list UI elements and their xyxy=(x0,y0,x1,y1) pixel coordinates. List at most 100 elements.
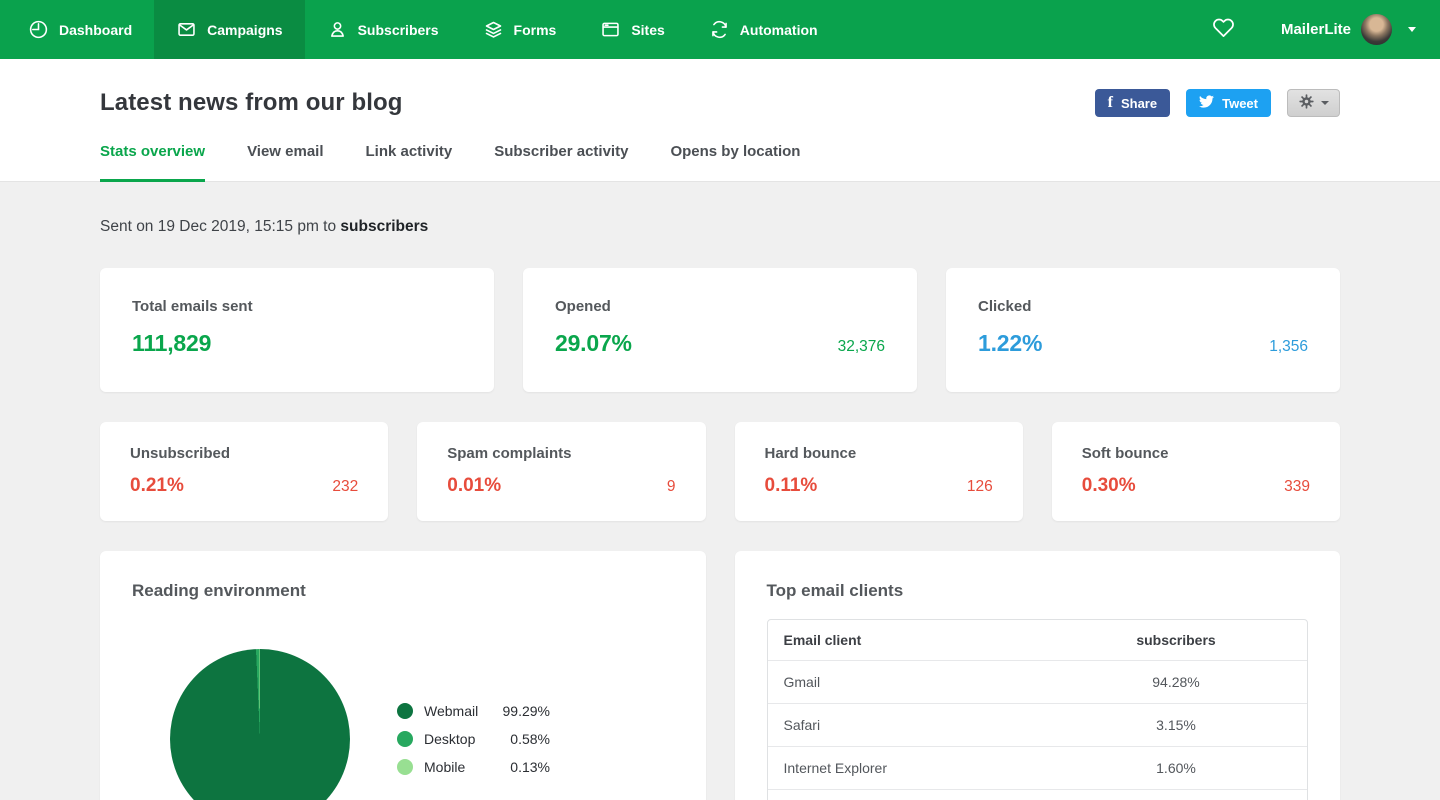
stat-count: 126 xyxy=(967,478,993,496)
column-header: subscribers xyxy=(1061,632,1291,648)
stat-count: 1,356 xyxy=(1269,338,1308,356)
client-name: Internet Explorer xyxy=(784,760,1062,776)
nav-item-sites[interactable]: Sites xyxy=(578,0,686,59)
tab-subscriber-activity[interactable]: Subscriber activity xyxy=(494,143,628,181)
nav-label: Automation xyxy=(740,22,818,38)
audience-label: subscribers xyxy=(340,218,428,235)
stat-label: Clicked xyxy=(978,298,1308,315)
stat-card-opened: Opened 29.07% 32,376 xyxy=(523,268,917,392)
forms-icon xyxy=(483,19,504,40)
stat-label: Unsubscribed xyxy=(130,445,358,462)
card-title: Reading environment xyxy=(132,581,674,601)
nav-item-forms[interactable]: Forms xyxy=(461,0,579,59)
stat-label: Hard bounce xyxy=(765,445,993,462)
chevron-down-icon xyxy=(1408,27,1416,32)
page-header: Latest news from our blog f Share Tweet xyxy=(0,59,1440,182)
tweet-label: Tweet xyxy=(1222,96,1258,111)
stat-value: 0.21% xyxy=(130,475,184,497)
gear-icon xyxy=(1298,93,1315,113)
stat-count: 339 xyxy=(1284,478,1310,496)
client-name: Gmail xyxy=(784,674,1062,690)
stat-value: 111,829 xyxy=(132,330,211,357)
nav-label: Sites xyxy=(631,22,664,38)
stat-card-total-sent: Total emails sent 111,829 xyxy=(100,268,494,392)
nav-label: Campaigns xyxy=(207,22,282,38)
client-share: 1.60% xyxy=(1061,760,1291,776)
legend-dot xyxy=(397,759,413,775)
legend-value: 99.29% xyxy=(498,703,550,719)
stat-count: 232 xyxy=(332,478,358,496)
stat-value: 0.30% xyxy=(1082,475,1136,497)
sent-info: Sent on 19 Dec 2019, 15:15 pm to subscri… xyxy=(100,218,1340,236)
bottom-row: Reading environment Webmail 99.29% Deskt… xyxy=(100,551,1340,800)
settings-dropdown-button[interactable] xyxy=(1287,89,1340,117)
legend-dot xyxy=(397,731,413,747)
legend-label: Mobile xyxy=(424,759,487,775)
table-row: Safari 3.15% xyxy=(768,703,1308,746)
top-nav: Dashboard Campaigns Subscribers Forms Si… xyxy=(0,0,1440,59)
pie-legend: Webmail 99.29% Desktop 0.58% Mobile 0.13… xyxy=(397,703,550,800)
primary-stats-row: Total emails sent 111,829 Opened 29.07% … xyxy=(100,268,1340,392)
column-header: Email client xyxy=(784,632,1062,648)
dashboard-icon xyxy=(28,19,49,40)
top-email-clients-card: Top email clients Email client subscribe… xyxy=(735,551,1341,800)
nav-label: Forms xyxy=(514,22,557,38)
stat-label: Opened xyxy=(555,298,885,315)
stat-card-clicked: Clicked 1.22% 1,356 xyxy=(946,268,1340,392)
tweet-button[interactable]: Tweet xyxy=(1186,89,1271,117)
legend-item-webmail: Webmail 99.29% xyxy=(397,703,550,719)
legend-value: 0.13% xyxy=(498,759,550,775)
reading-environment-pie xyxy=(170,649,350,800)
stat-card-spam: Spam complaints 0.01% 9 xyxy=(417,422,705,521)
stat-value: 0.11% xyxy=(765,475,818,497)
client-name: Safari xyxy=(784,717,1062,733)
legend-value: 0.58% xyxy=(498,731,550,747)
legend-dot xyxy=(397,703,413,719)
stat-label: Soft bounce xyxy=(1082,445,1310,462)
sites-icon xyxy=(600,19,621,40)
stats-content: Sent on 19 Dec 2019, 15:15 pm to subscri… xyxy=(0,182,1440,800)
nav-item-automation[interactable]: Automation xyxy=(687,0,840,59)
page-title: Latest news from our blog xyxy=(100,89,403,117)
table-row: Gmail 94.28% xyxy=(768,660,1308,703)
legend-label: Desktop xyxy=(424,731,487,747)
tab-stats-overview[interactable]: Stats overview xyxy=(100,143,205,181)
reading-environment-card: Reading environment Webmail 99.29% Deskt… xyxy=(100,551,706,800)
card-title: Top email clients xyxy=(767,581,1309,601)
stat-value: 0.01% xyxy=(447,475,501,497)
nav-item-dashboard[interactable]: Dashboard xyxy=(6,0,154,59)
favorites-button[interactable] xyxy=(1192,0,1255,59)
twitter-icon xyxy=(1199,94,1214,112)
legend-item-desktop: Desktop 0.58% xyxy=(397,731,550,747)
share-label: Share xyxy=(1121,96,1157,111)
legend-label: Webmail xyxy=(424,703,487,719)
account-menu[interactable]: MailerLite xyxy=(1255,14,1422,45)
client-share: 94.28% xyxy=(1061,674,1291,690)
tab-opens-by-location[interactable]: Opens by location xyxy=(670,143,800,181)
chevron-down-icon xyxy=(1321,101,1329,105)
stat-value: 1.22% xyxy=(978,330,1042,357)
table-row-partial xyxy=(768,789,1308,800)
client-share: 3.15% xyxy=(1061,717,1291,733)
legend-item-mobile: Mobile 0.13% xyxy=(397,759,550,775)
facebook-icon: f xyxy=(1108,95,1113,111)
tabs: Stats overview View email Link activity … xyxy=(100,143,1340,181)
tab-view-email[interactable]: View email xyxy=(247,143,323,181)
stat-card-soft-bounce: Soft bounce 0.30% 339 xyxy=(1052,422,1340,521)
nav-item-campaigns[interactable]: Campaigns xyxy=(154,0,304,59)
stat-label: Spam complaints xyxy=(447,445,675,462)
stat-card-hard-bounce: Hard bounce 0.11% 126 xyxy=(735,422,1023,521)
header-actions: f Share Tweet xyxy=(1095,89,1340,117)
brand-name: MailerLite xyxy=(1281,21,1351,38)
stat-count: 9 xyxy=(667,478,676,496)
table-header-row: Email client subscribers xyxy=(768,620,1308,660)
avatar xyxy=(1361,14,1392,45)
facebook-share-button[interactable]: f Share xyxy=(1095,89,1170,117)
nav-right: MailerLite xyxy=(1192,0,1440,59)
tab-link-activity[interactable]: Link activity xyxy=(366,143,453,181)
stat-value: 29.07% xyxy=(555,330,632,357)
secondary-stats-row: Unsubscribed 0.21% 232 Spam complaints 0… xyxy=(100,422,1340,521)
nav-item-subscribers[interactable]: Subscribers xyxy=(305,0,461,59)
email-clients-table: Email client subscribers Gmail 94.28% Sa… xyxy=(767,619,1309,800)
campaigns-icon xyxy=(176,19,197,40)
